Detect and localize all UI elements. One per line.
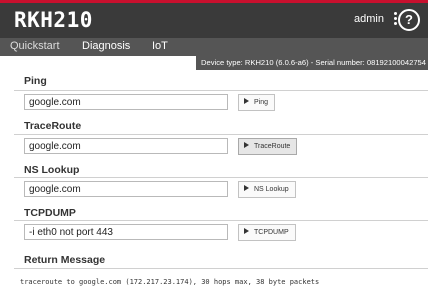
divider — [14, 177, 428, 178]
divider — [14, 220, 428, 221]
tab-bar: Quickstart Diagnosis IoT — [0, 38, 428, 56]
tcpdump-args-input[interactable] — [24, 224, 228, 240]
traceroute-host-input[interactable] — [24, 138, 228, 154]
user-name[interactable]: admin — [354, 13, 384, 25]
play-icon — [244, 98, 249, 105]
traceroute-title: TraceRoute — [24, 120, 82, 132]
top-bar: RKH210 admin ? — [0, 0, 428, 38]
divider — [14, 268, 428, 269]
tcpdump-title: TCPDUMP — [24, 207, 76, 219]
divider — [14, 90, 428, 91]
tab-quickstart[interactable]: Quickstart — [10, 40, 60, 52]
play-icon — [244, 142, 249, 149]
ping-button[interactable]: Ping — [238, 94, 276, 111]
nslookup-button[interactable]: NS Lookup — [238, 181, 296, 198]
app-logo: RKH210 — [14, 8, 93, 32]
tcpdump-button[interactable]: TCPDUMP — [238, 224, 296, 241]
return-message-title: Return Message — [24, 254, 106, 266]
traceroute-button[interactable]: TraceRoute — [238, 138, 298, 155]
help-icon[interactable]: ? — [398, 9, 420, 31]
tab-diagnosis[interactable]: Diagnosis — [82, 40, 130, 52]
tab-iot[interactable]: IoT — [152, 40, 168, 52]
nslookup-host-input[interactable] — [24, 181, 228, 197]
accent-stripe — [0, 0, 428, 3]
ping-host-input[interactable] — [24, 94, 228, 110]
play-icon — [244, 228, 249, 235]
play-icon — [244, 185, 249, 192]
device-info-banner: Device type: RKH210 (6.0.6-a6) - Serial … — [196, 56, 428, 70]
nslookup-title: NS Lookup — [24, 164, 80, 176]
ping-title: Ping — [24, 75, 47, 87]
divider — [14, 134, 428, 135]
return-message-text: traceroute to google.com (172.217.23.174… — [20, 278, 320, 286]
